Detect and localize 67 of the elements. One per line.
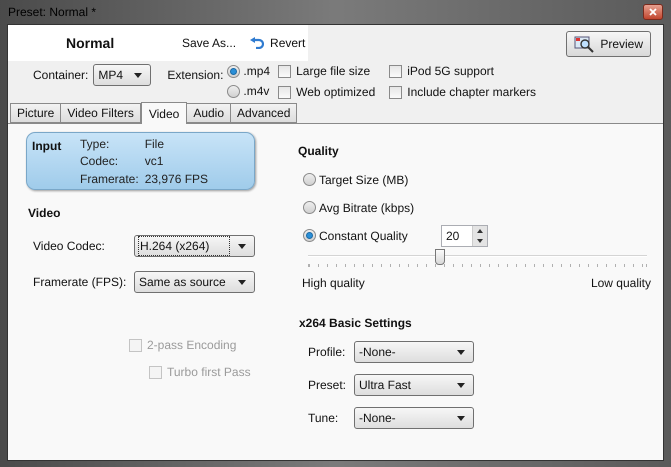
max-label: Low quality — [590, 275, 651, 292]
tab[interactable]: Audio — [187, 103, 232, 123]
slider-thumb[interactable] — [435, 249, 446, 265]
min-label: High quality — [302, 275, 365, 292]
quality-spinner[interactable]: 20 — [441, 224, 488, 246]
close-icon — [649, 8, 657, 16]
caret-icon — [457, 416, 465, 420]
option-label: iPod 5G support — [407, 63, 494, 80]
checkbox-label: 2-pass Encoding — [147, 337, 236, 354]
checkbox[interactable] — [278, 86, 292, 98]
field-label: Framerate (FPS): — [33, 274, 128, 291]
checkbox-label: Turbo first Pass — [167, 364, 251, 381]
dropdown[interactable]: -None- — [354, 407, 474, 429]
field-label: Profile: — [308, 344, 346, 361]
info-label: Framerate: — [80, 172, 139, 188]
info-label: Codec: — [80, 154, 120, 170]
info-value: 23,976 FPS — [144, 172, 208, 188]
checkbox[interactable] — [389, 86, 402, 98]
container-label: Container: — [33, 67, 88, 84]
radio-button[interactable] — [303, 201, 316, 214]
dropdown[interactable]: Same as source — [134, 271, 255, 293]
extension-option: .m4v — [243, 82, 270, 100]
quality-option: Constant Quality — [319, 226, 438, 244]
option-label: Web optimized — [296, 84, 376, 101]
checkbox[interactable] — [389, 64, 402, 78]
window-title: Preset: Normal * — [8, 4, 96, 21]
x264-heading: x264 Basic Settings — [299, 315, 413, 332]
quality-option: Target Size (MB) — [319, 170, 438, 188]
revert-button[interactable]: Revert — [250, 34, 306, 52]
radio-button[interactable] — [303, 229, 316, 242]
tab[interactable]: Picture — [10, 103, 62, 123]
caret-icon — [457, 350, 465, 354]
extension-label: Extension: — [167, 67, 224, 84]
field-label: Video Codec: — [33, 238, 106, 255]
radio-button[interactable] — [303, 173, 316, 186]
video-heading: Video — [28, 205, 62, 222]
field-label: Preset: — [308, 377, 348, 394]
preset-name: Normal — [66, 34, 116, 52]
caret-icon — [238, 244, 246, 248]
undo-icon — [250, 37, 264, 49]
info-label: Type: — [80, 137, 110, 153]
info-value: File — [144, 137, 166, 153]
dropdown[interactable]: Ultra Fast — [354, 374, 474, 396]
close-button[interactable] — [643, 4, 663, 20]
input-title: Input — [32, 138, 62, 155]
tab[interactable]: Video — [140, 102, 188, 124]
quality-option: Avg Bitrate (kbps) — [319, 198, 438, 216]
extension-option: .mp4 — [243, 62, 270, 80]
caret-icon — [238, 280, 246, 284]
tab[interactable]: Advanced — [231, 103, 298, 123]
save-as-button[interactable]: Save As... — [182, 34, 236, 52]
field-label: Tune: — [308, 410, 340, 427]
option-label: Include chapter markers — [407, 84, 536, 101]
tab[interactable]: Video Filters — [61, 103, 141, 123]
dropdown[interactable]: H.264 (x264) — [134, 235, 255, 257]
radio-button[interactable] — [227, 84, 240, 98]
info-value: vc1 — [144, 154, 164, 170]
option-label: Large file size — [296, 63, 370, 80]
quality-heading: Quality — [298, 143, 340, 160]
preview-button[interactable]: Preview — [566, 31, 651, 57]
dropdown[interactable]: -None- — [354, 341, 474, 363]
magnifier-icon — [574, 35, 594, 53]
checkbox[interactable] — [278, 64, 292, 78]
dropdown[interactable]: MP4 — [93, 64, 152, 86]
caret-icon — [134, 72, 142, 78]
caret-icon — [457, 382, 465, 388]
radio-button[interactable] — [227, 64, 240, 78]
